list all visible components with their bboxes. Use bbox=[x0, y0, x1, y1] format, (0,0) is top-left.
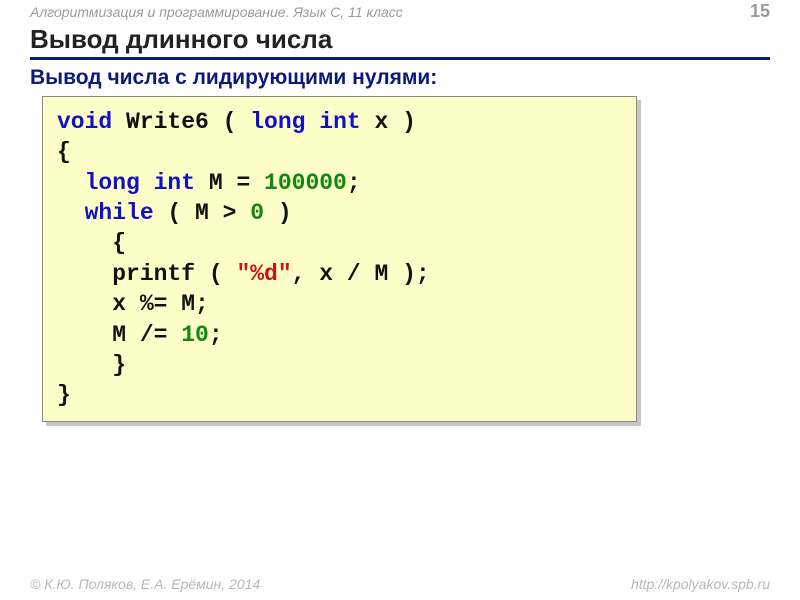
slide: Алгоритмизация и программирование. Язык … bbox=[0, 0, 800, 600]
code-text: x ) bbox=[361, 109, 416, 135]
code-text bbox=[57, 200, 85, 226]
kw-long-int: long int bbox=[85, 170, 195, 196]
code-block: void Write6 ( long int x ) { long int M … bbox=[42, 96, 637, 422]
code-text: } bbox=[57, 382, 71, 408]
num-literal: 0 bbox=[250, 200, 264, 226]
footer-right: http://kpolyakov.spb.ru bbox=[631, 576, 770, 592]
kw-long-int: long int bbox=[250, 109, 360, 135]
code-text: } bbox=[57, 352, 126, 378]
slide-header: Алгоритмизация и программирование. Язык … bbox=[0, 0, 800, 20]
code-text: ; bbox=[209, 322, 223, 348]
code-text: ) bbox=[264, 200, 292, 226]
code-text bbox=[57, 261, 112, 287]
code-text: , x / M ); bbox=[292, 261, 430, 287]
slide-title: Вывод длинного числа bbox=[30, 24, 770, 60]
code-text bbox=[57, 170, 85, 196]
slide-subtitle: Вывод числа с лидирующими нулями: bbox=[30, 66, 770, 90]
str-literal: "%d" bbox=[236, 261, 291, 287]
page-number: 15 bbox=[750, 1, 770, 22]
code-text: printf ( bbox=[112, 261, 236, 287]
code-text: x %= M; bbox=[57, 291, 209, 317]
num-literal: 10 bbox=[181, 322, 209, 348]
num-literal: 100000 bbox=[264, 170, 347, 196]
code-text: M /= bbox=[57, 322, 181, 348]
kw-while: while bbox=[85, 200, 154, 226]
code-text: { bbox=[57, 139, 71, 165]
code-text: Write6 ( bbox=[112, 109, 250, 135]
code-text: M = bbox=[195, 170, 264, 196]
code-text: ; bbox=[347, 170, 361, 196]
kw-void: void bbox=[57, 109, 112, 135]
footer-left: © К.Ю. Поляков, Е.А. Ерёмин, 2014 bbox=[30, 576, 260, 592]
code-text: { bbox=[57, 230, 126, 256]
code-text: ( M > bbox=[154, 200, 251, 226]
header-text: Алгоритмизация и программирование. Язык … bbox=[30, 4, 403, 20]
